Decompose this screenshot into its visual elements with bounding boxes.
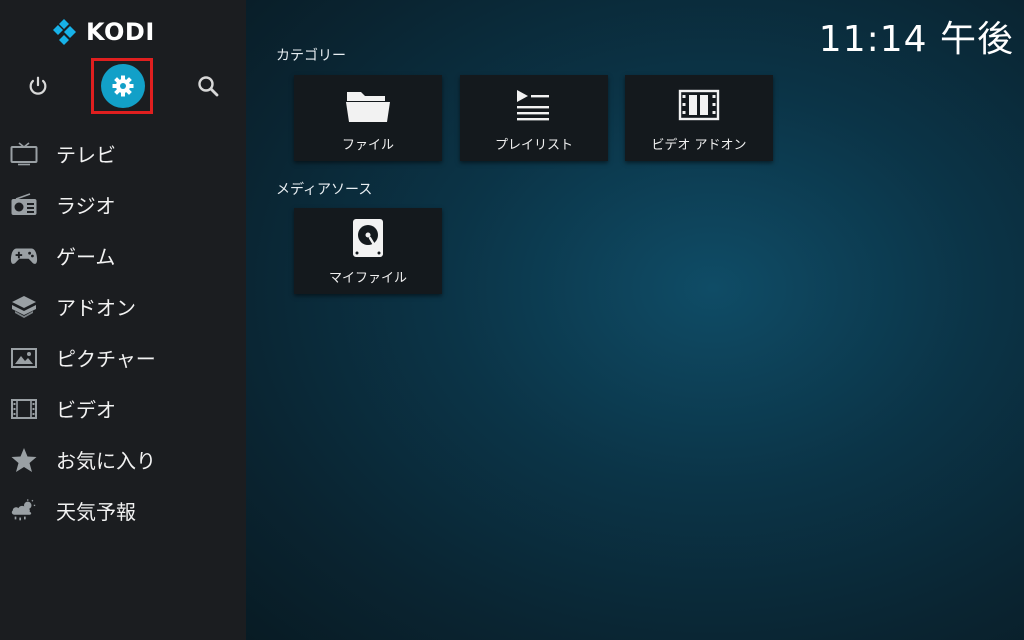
category-tile-video-addons[interactable]: ビデオ アドオン [625, 75, 773, 161]
category-tile-files[interactable]: ファイル [294, 75, 442, 161]
film-strip-icon [676, 86, 722, 124]
kodi-logo-icon [53, 19, 76, 45]
film-icon [10, 395, 38, 423]
sidebar-item-label: アドオン [56, 296, 136, 320]
sidebar-item-radio[interactable]: ラジオ [0, 179, 246, 230]
sidebar-item-label: お気に入り [56, 449, 156, 473]
sidebar-item-tv[interactable]: テレビ [0, 128, 246, 179]
playlist-icon [511, 86, 557, 124]
power-button[interactable] [10, 58, 66, 114]
tile-label: マイファイル [328, 271, 407, 286]
gear-icon [112, 75, 134, 97]
category-tile-playlists[interactable]: プレイリスト [460, 75, 608, 161]
sidebar-item-label: ビデオ [56, 398, 116, 422]
addon-box-icon [10, 293, 38, 321]
sidebar-item-favourites[interactable]: お気に入り [0, 434, 246, 485]
sidebar-item-weather[interactable]: 天気予報 [0, 485, 246, 536]
sidebar-item-addons[interactable]: アドオン [0, 281, 246, 332]
settings-button[interactable] [95, 58, 151, 114]
folder-icon [345, 86, 391, 124]
tv-icon [10, 140, 38, 168]
main-content: 11:14 午後 カテゴリー ファイル プレイリスト ビデオ アドオン メディア… [246, 0, 1024, 640]
categories-title: カテゴリー [276, 48, 346, 64]
tile-label: プレイリスト [494, 138, 573, 153]
kodi-home-screen: KODI テレビ ラジオ ゲーム アドオン ピクチャー ビデオ お気に入り 天気… [0, 0, 1024, 640]
tile-label: ビデオ アドオン [651, 138, 747, 153]
sidebar-item-label: ゲーム [56, 245, 116, 269]
kodi-logo-text: KODI [86, 18, 155, 46]
sidebar-item-label: ラジオ [56, 194, 116, 218]
power-icon [29, 76, 47, 95]
weather-icon [10, 497, 38, 525]
kodi-logo: KODI [50, 17, 155, 47]
search-icon [198, 76, 219, 97]
sidebar-item-games[interactable]: ゲーム [0, 230, 246, 281]
clock: 11:14 午後 [818, 19, 1014, 60]
media-source-tile-my-files[interactable]: マイファイル [294, 208, 442, 294]
sidebar-item-videos[interactable]: ビデオ [0, 383, 246, 434]
sidebar-item-pictures[interactable]: ピクチャー [0, 332, 246, 383]
hard-drive-icon [345, 219, 391, 257]
sidebar: KODI テレビ ラジオ ゲーム アドオン ピクチャー ビデオ お気に入り 天気… [0, 0, 246, 640]
gamepad-icon [10, 242, 38, 270]
main-menu: テレビ ラジオ ゲーム アドオン ピクチャー ビデオ お気に入り 天気予報 [0, 128, 246, 536]
picture-icon [10, 344, 38, 372]
settings-button-bg [101, 64, 145, 108]
star-icon [10, 446, 38, 474]
sidebar-item-label: ピクチャー [56, 347, 156, 371]
media-sources-title: メディアソース [276, 182, 373, 198]
search-button[interactable] [180, 58, 236, 114]
radio-icon [10, 191, 38, 219]
tile-label: ファイル [341, 138, 394, 153]
sidebar-item-label: テレビ [56, 143, 116, 167]
sidebar-item-label: 天気予報 [56, 500, 136, 524]
top-buttons [0, 58, 246, 116]
